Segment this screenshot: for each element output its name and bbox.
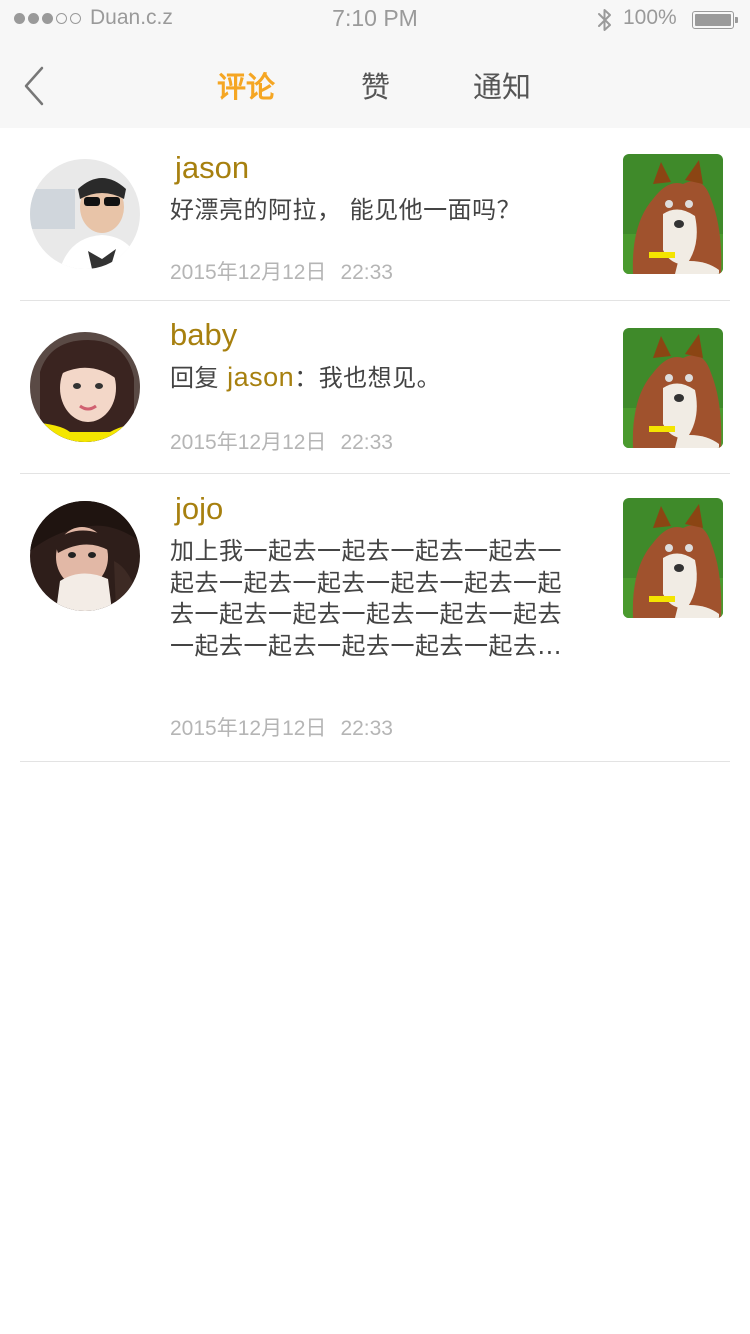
comment-username[interactable]: jojo (175, 491, 223, 527)
nav-bar: 评论 赞 通知 (0, 40, 750, 128)
bluetooth-icon (598, 9, 611, 31)
reply-body: 我也想见。 (318, 364, 442, 392)
reply-mention[interactable]: jason (227, 362, 294, 392)
comment-timestamp: 2015年12月12日 22:33 (170, 426, 393, 456)
avatar[interactable] (30, 159, 140, 269)
reply-separator: ： (294, 364, 319, 392)
comment-date: 2015年12月12日 (170, 261, 327, 284)
post-thumbnail[interactable] (623, 498, 723, 618)
tab-notifications[interactable]: 通知 (473, 69, 531, 105)
chevron-left-icon[interactable] (18, 64, 54, 108)
list-item[interactable]: baby 回复 jason：我也想见。 2015年12月12日 22:33 (0, 301, 750, 474)
comment-username[interactable]: jason (175, 150, 249, 186)
post-thumbnail[interactable] (623, 154, 723, 274)
comment-date: 2015年12月12日 (170, 717, 327, 740)
list-item[interactable]: jojo 加上我一起去一起去一起去一起去一起去一起去一起去一起去一起去一起去一起… (0, 474, 750, 762)
tab-comments[interactable]: 评论 (217, 69, 275, 105)
tab-likes[interactable]: 赞 (361, 69, 390, 105)
comment-timestamp: 2015年12月12日 22:33 (170, 712, 393, 742)
battery-percent: 100% (623, 6, 677, 29)
comment-text: 加上我一起去一起去一起去一起去一起去一起去一起去一起去一起去一起去一起去一起去一… (170, 537, 562, 660)
comment-text: 好漂亮的阿拉， 能见他一面吗？ (170, 196, 522, 224)
post-thumbnail[interactable] (623, 328, 723, 448)
avatar[interactable] (30, 501, 140, 611)
comment-time: 22:33 (340, 261, 393, 284)
divider (20, 761, 730, 762)
battery-icon (692, 11, 738, 29)
comment-timestamp: 2015年12月12日 22:33 (170, 256, 393, 286)
list-item[interactable]: jason 好漂亮的阿拉， 能见他一面吗？ 2015年12月12日 22:33 (0, 128, 750, 301)
comment-date: 2015年12月12日 (170, 431, 327, 454)
avatar[interactable] (30, 332, 140, 442)
status-bar: Duan.c.z 7:10 PM 100% (0, 0, 750, 40)
comment-time: 22:33 (340, 431, 393, 454)
reply-prefix: 回复 (170, 364, 228, 392)
comment-text: 回复 jason：我也想见。 (170, 362, 570, 394)
comment-time: 22:33 (340, 717, 393, 740)
comment-username[interactable]: baby (170, 317, 237, 353)
